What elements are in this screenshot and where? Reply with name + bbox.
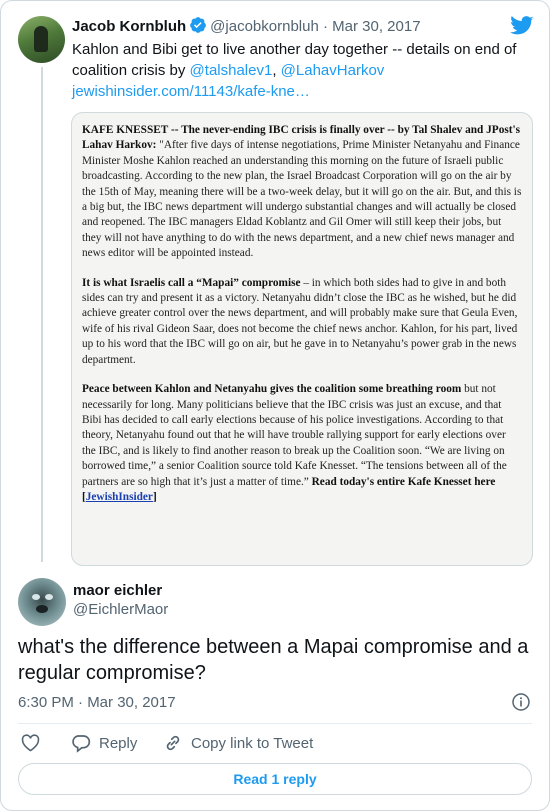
heart-icon (21, 734, 40, 752)
like-button[interactable] (21, 732, 48, 754)
reply-label: Reply (99, 734, 138, 752)
article-paragraph-3: Peace between Kahlon and Netanyahu gives… (82, 382, 522, 505)
article-p2-body: – in which both sides had to give in and… (82, 276, 518, 366)
article-p3-body: but not necessarily for long. Many polit… (82, 383, 507, 488)
reply-icon (72, 734, 91, 753)
mention-separator: , (272, 62, 281, 79)
quoted-tweet-date[interactable]: Mar 30, 2017 (332, 18, 420, 35)
article-p2-heading: It is what Israelis call a “Mapai” compr… (82, 276, 301, 289)
action-divider (18, 723, 532, 724)
article-p3-heading: Peace between Kahlon and Netanyahu gives… (82, 383, 462, 396)
reply-tweet-text: what's the difference between a Mapai co… (18, 636, 529, 684)
quoted-author-name[interactable]: Jacob Kornbluh (72, 18, 186, 35)
quoted-author-handle[interactable]: @jacobkornbluh (210, 18, 319, 35)
article-p3-bracket: ] (152, 490, 157, 503)
quoted-tweet-header: Jacob Kornbluh @jacobkornbluh · Mar 30, 2… (72, 16, 421, 40)
jacob-avatar[interactable] (18, 16, 65, 63)
mention-lahavharkov[interactable]: @LahavHarkov (281, 62, 385, 79)
twitter-bird-icon[interactable] (510, 15, 534, 42)
reply-button[interactable]: Reply (71, 732, 137, 754)
tweet-card: Jacob Kornbluh @jacobkornbluh · Mar 30, 2… (0, 0, 550, 811)
article-jewishinsider-link: JewishInsider (85, 490, 153, 503)
verified-badge-icon (189, 16, 207, 40)
read-replies-button[interactable]: Read 1 reply (18, 763, 532, 795)
article-paragraph-2: It is what Israelis call a “Mapai” compr… (82, 276, 522, 368)
reply-author-handle[interactable]: @EichlerMaor (73, 600, 168, 620)
quoted-tweet-text: Kahlon and Bibi get to live another day … (72, 39, 532, 102)
copy-link-label: Copy link to Tweet (191, 734, 314, 752)
article-paragraph-1: KAFE KNESSET -- The never-ending IBC cri… (82, 123, 522, 262)
reply-author-name[interactable]: maor eichler (73, 581, 162, 601)
mention-talshalev[interactable]: @talshalev1 (190, 62, 273, 79)
article-p1-body: "After five days of intense negotiations… (82, 139, 522, 260)
link-icon (166, 735, 180, 751)
info-icon[interactable] (512, 693, 530, 711)
article-text: KAFE KNESSET -- The never-ending IBC cri… (82, 123, 522, 519)
maor-avatar[interactable] (18, 578, 66, 626)
thread-connector-line (41, 67, 43, 562)
article-link[interactable]: jewishinsider.com/11143/kafe-kne… (72, 83, 310, 100)
copy-link-button[interactable]: Copy link to Tweet (163, 732, 313, 754)
reply-timestamp[interactable]: 6:30 PM · Mar 30, 2017 (18, 693, 176, 713)
article-screenshot[interactable]: KAFE KNESSET -- The never-ending IBC cri… (71, 112, 533, 566)
header-separator: · (322, 18, 328, 35)
